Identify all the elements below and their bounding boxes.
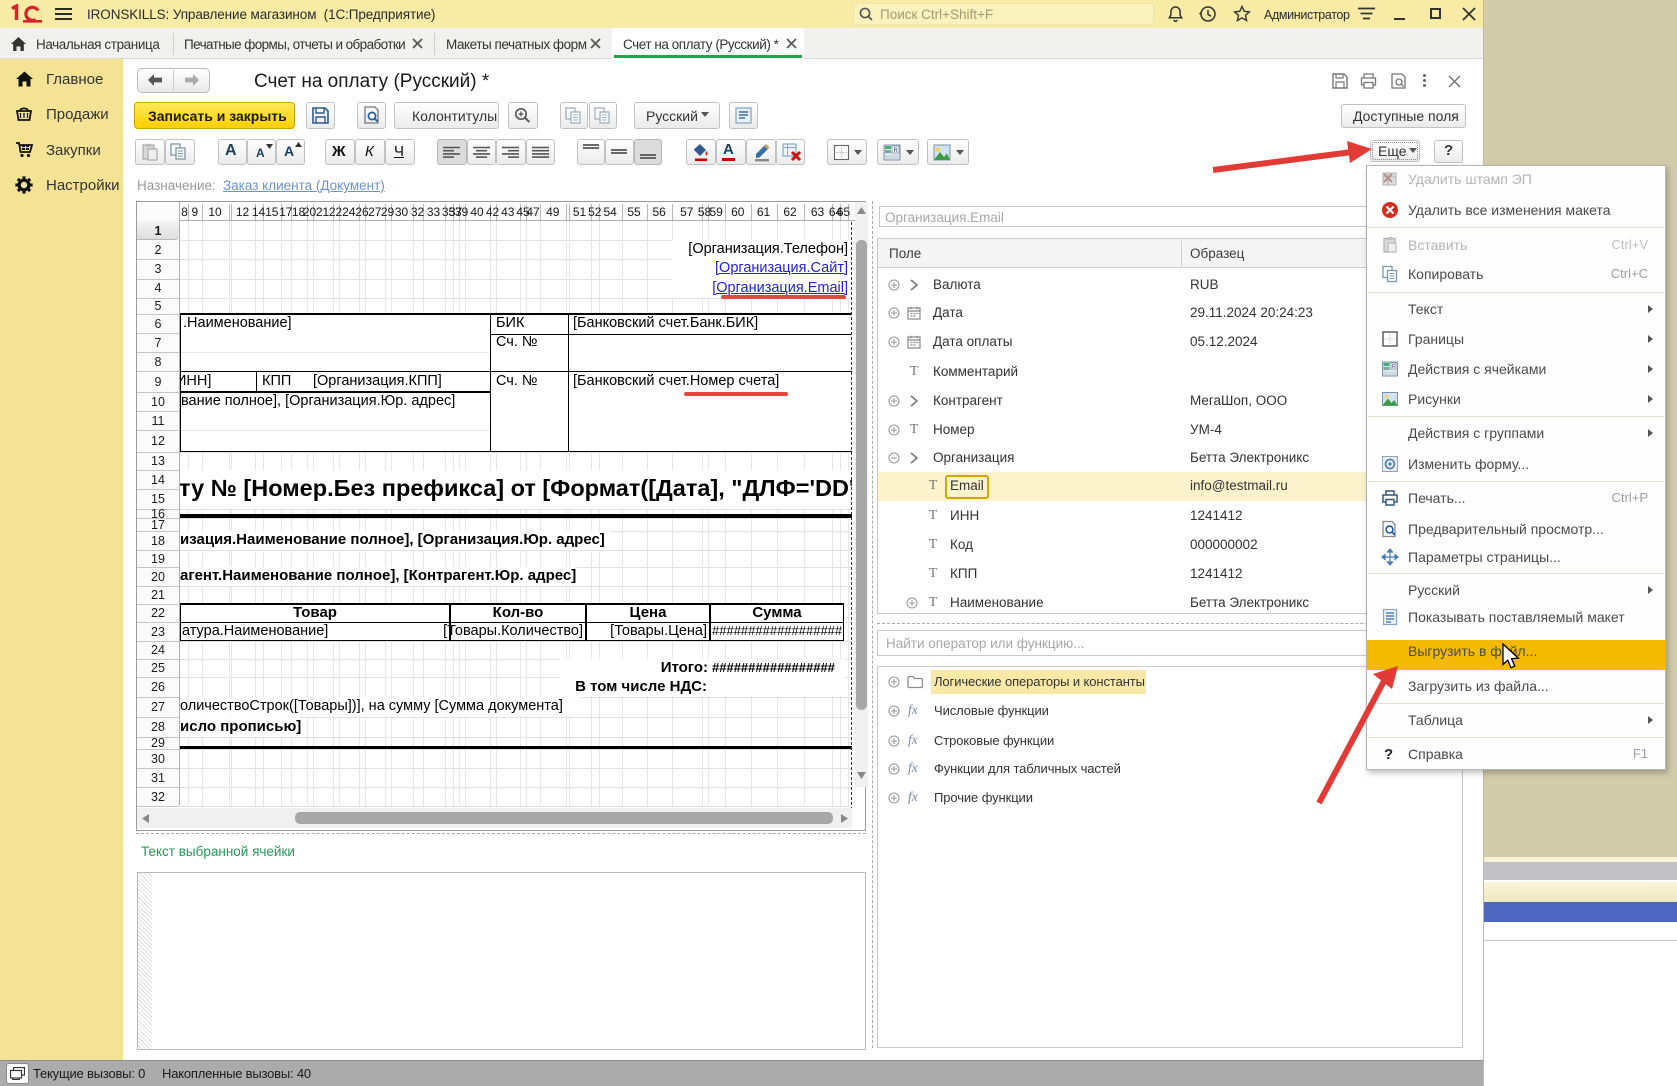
svg-text:R: R [894, 148, 899, 154]
svg-text:R: R [1392, 364, 1396, 370]
